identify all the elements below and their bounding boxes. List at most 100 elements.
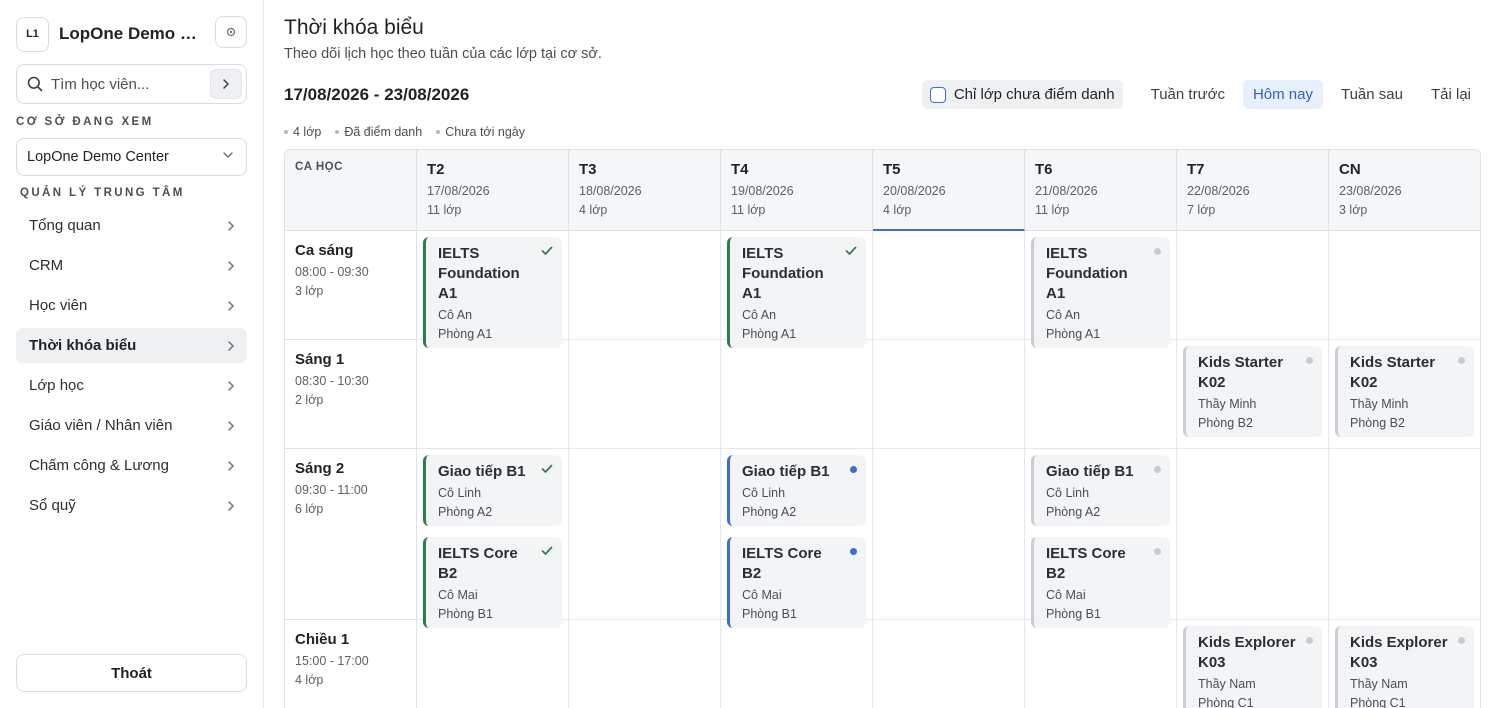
center-select[interactable]: LopOne Demo Center bbox=[16, 138, 247, 176]
schedule-cell[interactable] bbox=[873, 231, 1025, 340]
class-card[interactable]: IELTS Foundation A1 Cô An Phòng A1 bbox=[1031, 237, 1170, 348]
schedule-cell[interactable] bbox=[417, 340, 569, 449]
class-teacher: Cô Mai bbox=[742, 588, 782, 602]
schedule-cell[interactable] bbox=[873, 620, 1025, 708]
brand-header: L1 LopOne Demo Center bbox=[16, 16, 247, 52]
shift-label: Sáng 2 09:30 - 11:00 6 lớp bbox=[285, 449, 417, 620]
shift-time: 15:00 - 17:00 bbox=[295, 654, 369, 668]
check-icon bbox=[845, 246, 857, 255]
manage-section-label: QUẢN LÝ TRUNG TÂM bbox=[20, 187, 185, 199]
class-card[interactable]: IELTS Core B2 Cô Mai Phòng B1 bbox=[423, 537, 562, 628]
schedule-cell[interactable] bbox=[1177, 449, 1329, 620]
schedule-cell[interactable] bbox=[569, 340, 721, 449]
shift-name: Ca sáng bbox=[295, 242, 354, 259]
search-submit-button[interactable] bbox=[210, 69, 242, 99]
sidebar-item[interactable]: Giáo viên / Nhân viên bbox=[16, 408, 247, 443]
schedule-cell[interactable] bbox=[721, 620, 873, 708]
search-input[interactable] bbox=[51, 75, 201, 93]
day-date: 17/08/2026 bbox=[427, 184, 490, 198]
class-teacher: Thầy Minh bbox=[1350, 397, 1409, 411]
day-date: 20/08/2026 bbox=[883, 184, 946, 198]
schedule-cell[interactable] bbox=[569, 231, 721, 340]
class-title: IELTS Core B2 bbox=[1046, 545, 1126, 582]
brand-name: LopOne Demo Center bbox=[59, 24, 199, 43]
student-search[interactable] bbox=[16, 64, 247, 104]
schedule-cell[interactable]: IELTS Foundation A1 Cô An Phòng A1 bbox=[1025, 231, 1177, 348]
schedule-cell[interactable] bbox=[721, 340, 873, 449]
day-header: T4 19/08/2026 11 lớp bbox=[721, 150, 873, 231]
settings-button[interactable] bbox=[215, 16, 247, 48]
schedule-cell[interactable]: IELTS Foundation A1 Cô An Phòng A1 bbox=[417, 231, 569, 348]
day-date: 22/08/2026 bbox=[1187, 184, 1250, 198]
class-room: Phòng A2 bbox=[742, 505, 797, 519]
class-teacher: Cô Linh bbox=[438, 486, 482, 500]
sidebar-item[interactable]: Thời khóa biểu bbox=[16, 328, 247, 363]
class-card[interactable]: IELTS Core B2 Cô Mai Phòng B1 bbox=[1031, 537, 1170, 628]
schedule-cell[interactable]: Kids Starter K02 Thầy Minh Phòng B2 bbox=[1177, 340, 1329, 449]
legend-count: 4 lớp bbox=[284, 125, 321, 139]
class-card[interactable]: Kids Starter K02 Thầy Minh Phòng B2 bbox=[1335, 346, 1474, 437]
day-count: 4 lớp bbox=[579, 203, 608, 217]
legend-dot bbox=[284, 130, 288, 134]
status-dot-icon bbox=[1306, 357, 1313, 364]
class-card[interactable]: IELTS Foundation A1 Cô An Phòng A1 bbox=[423, 237, 562, 348]
current-center-label: CƠ SỞ ĐANG XEM bbox=[16, 116, 154, 128]
schedule-cell[interactable] bbox=[1025, 340, 1177, 449]
schedule-cell[interactable] bbox=[417, 620, 569, 708]
class-card[interactable]: IELTS Foundation A1 Cô An Phòng A1 bbox=[727, 237, 866, 348]
today-button[interactable]: Hôm nay bbox=[1242, 80, 1323, 109]
sidebar-item[interactable]: Tổng quan bbox=[16, 208, 247, 243]
class-card[interactable]: IELTS Core B2 Cô Mai Phòng B1 bbox=[727, 537, 866, 628]
day-name: T5 bbox=[883, 161, 901, 178]
sidebar-item[interactable]: Học viên bbox=[16, 288, 247, 323]
chevron-right-icon bbox=[228, 501, 234, 511]
class-room: Phòng A2 bbox=[1046, 505, 1101, 519]
class-room: Phòng B1 bbox=[438, 607, 493, 621]
reload-button[interactable]: Tải lại bbox=[1421, 80, 1481, 109]
class-teacher: Cô An bbox=[438, 308, 473, 322]
sidebar-item[interactable]: Lớp học bbox=[16, 368, 247, 403]
class-card[interactable]: Kids Explorer K03 Thầy Nam Phòng C1 bbox=[1183, 626, 1322, 708]
schedule-cell[interactable] bbox=[1025, 620, 1177, 708]
class-title: Kids Explorer K03 bbox=[1350, 634, 1448, 671]
schedule-cell[interactable]: Kids Explorer K03 Thầy Nam Phòng C1 bbox=[1177, 620, 1329, 708]
day-count: 11 lớp bbox=[1035, 203, 1070, 217]
next-week-button[interactable]: Tuần sau bbox=[1331, 80, 1413, 109]
sidebar-item[interactable]: Chấm công & Lương bbox=[16, 448, 247, 483]
class-room: Phòng B2 bbox=[1198, 416, 1253, 430]
logout-button[interactable]: Thoát bbox=[16, 654, 247, 692]
gear-icon bbox=[226, 27, 236, 37]
schedule-cell[interactable] bbox=[873, 340, 1025, 449]
unattended-checkbox[interactable] bbox=[929, 86, 946, 103]
schedule-cell[interactable] bbox=[569, 449, 721, 620]
class-card[interactable]: Giao tiếp B1 Cô Linh Phòng A2 bbox=[727, 455, 866, 526]
day-date: 23/08/2026 bbox=[1339, 184, 1402, 198]
class-title: IELTS Foundation A1 bbox=[438, 245, 520, 302]
class-card[interactable]: Giao tiếp B1 Cô Linh Phòng A2 bbox=[423, 455, 562, 526]
shift-label: Sáng 1 08:30 - 10:30 2 lớp bbox=[285, 340, 417, 449]
schedule-cell[interactable]: Kids Starter K02 Thầy Minh Phòng B2 bbox=[1329, 340, 1480, 449]
class-card[interactable]: Kids Starter K02 Thầy Minh Phòng B2 bbox=[1183, 346, 1322, 437]
schedule-cell[interactable]: Giao tiếp B1 Cô Linh Phòng A2 IELTS Core B2… bbox=[721, 449, 873, 628]
schedule-cell[interactable] bbox=[873, 449, 1025, 620]
schedule-cell[interactable] bbox=[1329, 231, 1480, 340]
prev-week-button[interactable]: Tuần trước bbox=[1141, 80, 1235, 109]
schedule-cell[interactable] bbox=[1329, 449, 1480, 620]
schedule-cell[interactable]: Giao tiếp B1 Cô Linh Phòng A2 IELTS Core B2… bbox=[417, 449, 569, 628]
chevron-right-icon bbox=[228, 421, 234, 431]
sidebar-item[interactable]: CRM bbox=[16, 248, 247, 283]
unattended-filter[interactable]: Chỉ lớp chưa điểm danh bbox=[921, 80, 1123, 109]
status-dot-icon bbox=[850, 548, 857, 555]
schedule-cell[interactable]: Kids Explorer K03 Thầy Nam Phòng C1 bbox=[1329, 620, 1480, 708]
class-title: IELTS Core B2 bbox=[438, 545, 518, 582]
schedule-cell[interactable]: IELTS Foundation A1 Cô An Phòng A1 bbox=[721, 231, 873, 348]
sidebar-item[interactable]: Sổ quỹ bbox=[16, 488, 247, 523]
class-card[interactable]: Giao tiếp B1 Cô Linh Phòng A2 bbox=[1031, 455, 1170, 526]
schedule-cell[interactable]: Giao tiếp B1 Cô Linh Phòng A2 IELTS Core B2… bbox=[1025, 449, 1177, 628]
chevron-right-icon bbox=[228, 301, 234, 311]
schedule-cell[interactable] bbox=[1177, 231, 1329, 340]
class-room: Phòng A1 bbox=[1046, 327, 1101, 341]
sidebar-item-label: CRM bbox=[29, 257, 64, 274]
class-card[interactable]: Kids Explorer K03 Thầy Nam Phòng C1 bbox=[1335, 626, 1474, 708]
schedule-cell[interactable] bbox=[569, 620, 721, 708]
